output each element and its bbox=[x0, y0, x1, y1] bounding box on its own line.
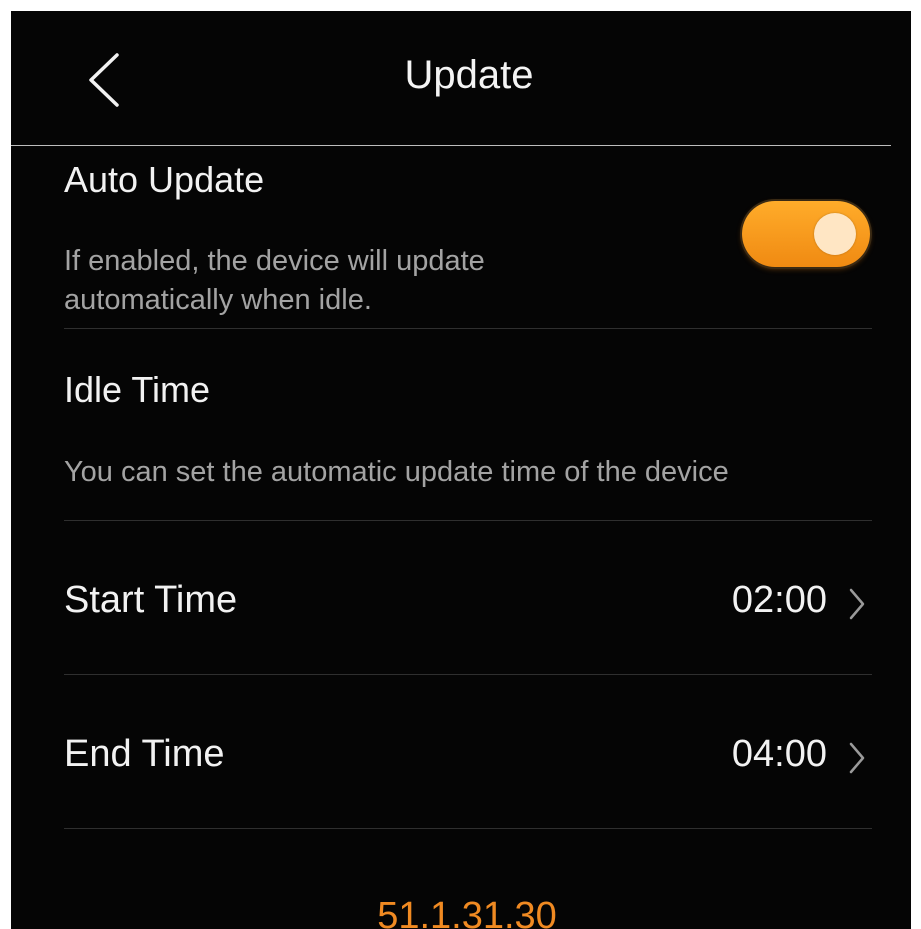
version-number: 51.1.31.30 bbox=[377, 895, 557, 929]
end-time-value: 04:00 bbox=[731, 733, 827, 775]
start-time-label: Start Time bbox=[64, 579, 238, 621]
auto-update-description-line1: If enabled, the device will update bbox=[64, 245, 485, 277]
end-time-label: End Time bbox=[64, 733, 225, 775]
auto-update-title: Auto Update bbox=[64, 159, 265, 200]
auto-update-description-line2: automatically when idle. bbox=[64, 284, 372, 316]
start-time-row[interactable]: Start Time 02:00 bbox=[64, 521, 872, 671]
idle-time-section: Idle Time You can set the automatic upda… bbox=[64, 329, 872, 519]
chevron-right-icon bbox=[849, 742, 865, 774]
chevron-right-icon bbox=[849, 588, 865, 620]
header-bar: Update bbox=[11, 11, 891, 146]
start-time-value: 02:00 bbox=[731, 579, 827, 621]
update-screen: Update Auto Update If enabled, the devic… bbox=[11, 11, 911, 929]
end-time-row[interactable]: End Time 04:00 bbox=[64, 675, 872, 825]
auto-update-toggle[interactable] bbox=[742, 201, 870, 267]
divider bbox=[64, 828, 872, 829]
page-title: Update bbox=[404, 53, 534, 97]
idle-time-title: Idle Time bbox=[64, 369, 211, 410]
toggle-knob bbox=[814, 213, 856, 255]
idle-time-description: You can set the automatic update time of… bbox=[64, 456, 729, 488]
